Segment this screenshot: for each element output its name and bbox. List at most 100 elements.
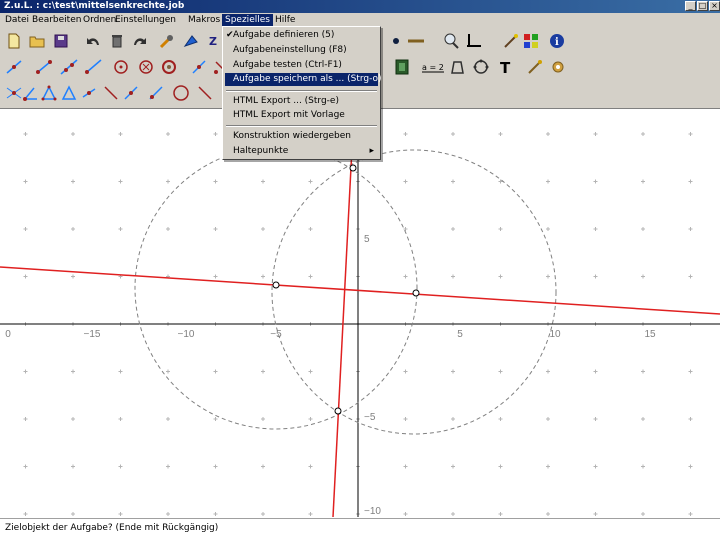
- perpendicular-icon[interactable]: [80, 84, 98, 102]
- midpoint-icon[interactable]: [60, 84, 78, 102]
- menu-datei[interactable]: Datei: [2, 14, 32, 26]
- grid-marker: [451, 227, 455, 231]
- triangle-icon[interactable]: [40, 84, 58, 102]
- macro-gear-icon[interactable]: [549, 58, 567, 76]
- polygon-icon[interactable]: [448, 58, 466, 76]
- grid-marker: [71, 274, 75, 279]
- menu-item-aufgabe-definieren[interactable]: ✔ Aufgabe definieren (5): [225, 29, 378, 42]
- point-tool-icon[interactable]: [5, 58, 23, 76]
- menu-einstellungen[interactable]: Einstellungen: [112, 14, 179, 26]
- grid-marker: [118, 132, 123, 136]
- construction-plot[interactable]: 0 −15 −10 −5 5 10 15 5 −5 −10: [0, 109, 720, 517]
- undo-arrow-icon[interactable]: [84, 32, 102, 50]
- ray-tool-icon[interactable]: [84, 58, 102, 76]
- grid-marker: [451, 274, 455, 279]
- circle-tool-icon[interactable]: [137, 58, 155, 76]
- menu-item-html-export[interactable]: HTML Export ... (Strg-e): [225, 95, 378, 108]
- diagonal-icon[interactable]: [122, 84, 140, 102]
- color-icon[interactable]: [182, 32, 200, 50]
- menu-bar: Datei Bearbeiten Ordnen Einstellungen Ma…: [0, 13, 720, 27]
- x-tick-label: 0: [5, 329, 11, 340]
- save-disk-icon[interactable]: [52, 32, 70, 50]
- grid-marker: [498, 132, 503, 136]
- window-title: Z.u.L. : c:\test\mittelsenkrechte.job: [4, 1, 185, 11]
- menu-hilfe[interactable]: Hilfe: [272, 14, 298, 26]
- line-style-icon[interactable]: [407, 32, 425, 50]
- grid-marker: [641, 369, 645, 374]
- delete-icon[interactable]: [108, 32, 126, 50]
- menu-item-haltepunkte[interactable]: Haltepunkte ▸: [225, 145, 378, 158]
- grid-marker: [23, 512, 28, 516]
- film-icon[interactable]: [393, 58, 411, 76]
- text-tool-icon[interactable]: T: [496, 58, 514, 76]
- grid-marker: [166, 417, 170, 421]
- x-tick-label: −10: [178, 329, 195, 340]
- fill-icon[interactable]: [472, 58, 490, 76]
- menu-item-aufgabe-testen[interactable]: Aufgabe testen (Ctrl-F1): [225, 59, 378, 72]
- grid-marker: [213, 227, 218, 231]
- circle-2pt-icon[interactable]: [147, 84, 165, 102]
- grid-marker: [688, 369, 693, 374]
- macro-run-icon[interactable]: [526, 58, 544, 76]
- parallel-tool-icon[interactable]: [196, 84, 214, 102]
- y-tick-label: −10: [364, 506, 381, 517]
- grid-marker: [261, 512, 265, 516]
- expression-icon[interactable]: a = 2: [420, 58, 446, 76]
- segment-tool-icon[interactable]: [35, 58, 53, 76]
- grid-marker: [546, 369, 550, 374]
- arc-tool-icon[interactable]: [190, 58, 208, 76]
- fixed-circle-icon[interactable]: [160, 58, 178, 76]
- grid-marker: [498, 417, 503, 421]
- circle-3pt-icon[interactable]: [172, 84, 190, 102]
- grid-marker: [71, 464, 75, 469]
- grid-marker: [593, 179, 598, 184]
- axes-icon[interactable]: [465, 32, 483, 50]
- y-tick-label: 5: [364, 234, 370, 245]
- parallel-line-icon[interactable]: [102, 84, 120, 102]
- menu-item-html-export-vorlage[interactable]: HTML Export mit Vorlage: [225, 109, 378, 122]
- vector-tool-icon[interactable]: [112, 58, 130, 76]
- grid-marker: [118, 179, 123, 184]
- grid-marker: [118, 512, 123, 516]
- magic-wand-icon[interactable]: [502, 32, 520, 50]
- menu-spezielles[interactable]: Spezielles: [222, 14, 273, 26]
- grid-marker: [118, 227, 123, 231]
- drawing-canvas[interactable]: 0 −15 −10 −5 5 10 15 5 −5 −10: [0, 109, 720, 517]
- menu-item-konstruktion-wiedergeben[interactable]: Konstruktion wiedergeben: [225, 130, 378, 143]
- grid-marker: [213, 179, 218, 184]
- line-tool-icon[interactable]: [60, 58, 78, 76]
- grid-marker: [166, 132, 170, 136]
- edit-wrench-icon[interactable]: [158, 32, 176, 50]
- intersect-icon[interactable]: [5, 84, 23, 102]
- menu-bearbeiten[interactable]: Bearbeiten: [29, 14, 84, 26]
- close-button[interactable]: ×: [709, 1, 720, 11]
- grid-marker: [403, 179, 408, 184]
- new-file-icon[interactable]: [5, 32, 23, 50]
- grid-marker: [71, 417, 75, 421]
- zoom-icon[interactable]: [442, 32, 460, 50]
- redo-arrow-icon[interactable]: [131, 32, 149, 50]
- color-grid-icon[interactable]: [522, 32, 540, 50]
- grid-marker: [403, 132, 408, 136]
- grid-marker: [593, 274, 598, 279]
- grid-marker: [641, 132, 645, 136]
- grid-marker: [261, 464, 265, 469]
- menu-item-aufgabe-speichern[interactable]: Aufgabe speichern als ... (Strg-o): [225, 73, 382, 86]
- menu-makros[interactable]: Makros: [185, 14, 223, 26]
- dot-icon[interactable]: [387, 32, 405, 50]
- maximize-button[interactable]: □: [697, 1, 708, 11]
- info-icon[interactable]: i: [548, 32, 566, 50]
- title-bar: Z.u.L. : c:\test\mittelsenkrechte.job _ …: [0, 0, 720, 13]
- grid-marker: [688, 464, 693, 469]
- open-folder-icon[interactable]: [28, 32, 46, 50]
- grid-marker: [451, 132, 455, 136]
- menu-item-aufgabeneinstellung[interactable]: Aufgabeneinstellung (F8): [225, 44, 378, 57]
- grid-marker: [308, 369, 313, 374]
- grid-marker: [451, 179, 455, 184]
- grid-marker: [403, 417, 408, 421]
- grid-marker: [71, 369, 75, 374]
- angle-icon[interactable]: [22, 84, 40, 102]
- grid-marker: [451, 512, 455, 516]
- grid-marker: [308, 464, 313, 469]
- minimize-button[interactable]: _: [685, 1, 696, 11]
